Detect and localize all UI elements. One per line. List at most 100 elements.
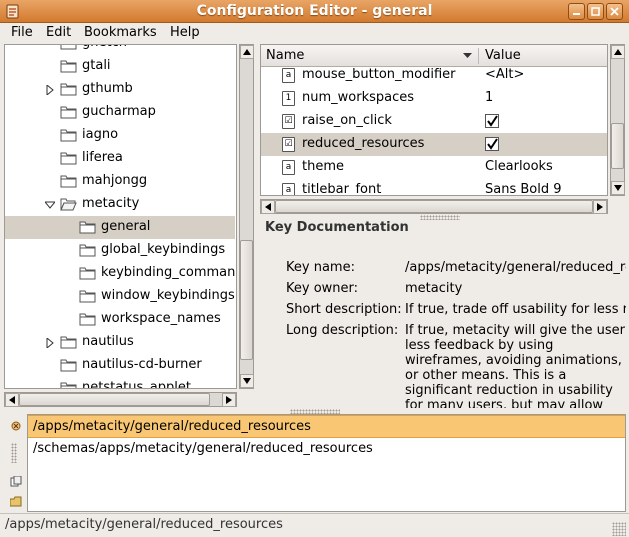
close-results-icon[interactable]: [10, 420, 22, 432]
menu-help[interactable]: Help: [170, 25, 200, 40]
scroll-right-button[interactable]: [593, 200, 607, 214]
folder-icon: [60, 336, 77, 349]
tree-item-mahjongg[interactable]: mahjongg: [5, 170, 235, 193]
tree-item-general[interactable]: general: [5, 216, 235, 239]
expand-arrow-icon[interactable]: [45, 83, 55, 97]
open-folder-icon: [60, 198, 77, 211]
tree-item-netstatus_applet[interactable]: netstatus_applet: [5, 377, 235, 388]
search-result-row[interactable]: /apps/metacity/general/reduced_resources: [28, 415, 625, 438]
folder-icon: [60, 152, 77, 165]
key-name: reduced_resources: [302, 136, 425, 151]
tree-item-gtali[interactable]: gtali: [5, 55, 235, 78]
minimize-button[interactable]: [568, 3, 585, 20]
tree-horizontal-scrollbar[interactable]: [4, 392, 237, 407]
tree-item-window_keybindings[interactable]: window_keybindings: [5, 285, 235, 308]
tree-item-label: liferea: [82, 150, 123, 165]
checkmark-icon: [487, 138, 498, 150]
tree-item-label: general: [101, 219, 151, 234]
tree-item-label: gtali: [82, 58, 111, 73]
string-key-icon: a: [282, 68, 295, 83]
tree-item-gnetch[interactable]: gnetch: [5, 45, 235, 55]
scroll-left-button[interactable]: [261, 200, 275, 214]
key-list-vertical-scrollbar[interactable]: [610, 44, 625, 196]
tree-vertical-scrollbar[interactable]: [239, 44, 254, 389]
tree-item-iagno[interactable]: iagno: [5, 124, 235, 147]
tree-item-keybinding_commands[interactable]: keybinding_commands: [5, 262, 236, 285]
key-value[interactable]: Sans Bold 9: [485, 182, 562, 195]
scroll-down-button[interactable]: [240, 374, 254, 388]
close-icon: [610, 7, 619, 16]
tree-item-label: gthumb: [82, 81, 133, 96]
long-description-label: Long description:: [286, 323, 399, 338]
tree-item-gucharmap[interactable]: gucharmap: [5, 101, 235, 124]
tree-item-label: mahjongg: [82, 173, 148, 188]
scroll-right-button[interactable]: [222, 393, 236, 407]
long-description-value[interactable]: If true, metacity will give the user les…: [405, 323, 626, 408]
tree-item-workspace_names[interactable]: workspace_names: [5, 308, 235, 331]
key-list-hscroll-thumb[interactable]: [275, 200, 593, 213]
toolbar-grip[interactable]: [11, 443, 17, 463]
scroll-down-button[interactable]: [611, 181, 625, 195]
search-result-row[interactable]: /schemas/apps/metacity/general/reduced_r…: [28, 438, 625, 461]
key-name: theme: [302, 159, 344, 174]
folder-icon: [79, 221, 96, 234]
search-results-list[interactable]: /apps/metacity/general/reduced_resources…: [27, 414, 626, 512]
tree-item-global_keybindings[interactable]: global_keybindings: [5, 239, 235, 262]
key-owner-value[interactable]: metacity: [405, 281, 462, 296]
expand-arrow-icon[interactable]: [45, 336, 55, 350]
key-row-mouse_button_modifier[interactable]: a mouse_button_modifier <Alt>: [261, 64, 607, 87]
boolean-key-icon: ☑: [282, 137, 295, 152]
tree-scroll-thumb[interactable]: [240, 240, 253, 360]
folder-icon: [60, 175, 77, 188]
copy-icon[interactable]: [10, 476, 22, 488]
key-list-scroll-thumb[interactable]: [611, 123, 624, 169]
value-checkbox[interactable]: [485, 114, 499, 128]
tree-hscroll-thumb[interactable]: [19, 393, 210, 406]
arrow-up-icon: [243, 49, 251, 55]
key-value[interactable]: 1: [485, 90, 493, 105]
key-row-theme[interactable]: a theme Clearlooks: [261, 156, 607, 179]
tree-item-gthumb[interactable]: gthumb: [5, 78, 235, 101]
key-row-titlebar_font[interactable]: a titlebar_font Sans Bold 9: [261, 179, 607, 195]
key-row-reduced_resources[interactable]: ☑ reduced_resources: [261, 133, 607, 156]
collapse-arrow-icon[interactable]: [43, 200, 57, 210]
key-documentation: Key Documentation Key name: /apps/metaci…: [262, 216, 626, 408]
scroll-up-button[interactable]: [611, 45, 625, 59]
arrow-up-icon: [614, 49, 622, 55]
tree-item-label: metacity: [82, 196, 140, 211]
key-row-num_workspaces[interactable]: 1 num_workspaces 1: [261, 87, 607, 110]
menu-file[interactable]: File: [11, 25, 33, 40]
menu-edit[interactable]: Edit: [46, 25, 71, 40]
directory-tree[interactable]: gnetch gtali gthumb gucharmap iagno liferea ma…: [4, 44, 237, 389]
arrow-down-icon: [614, 185, 622, 191]
column-value-header[interactable]: Value: [485, 48, 521, 63]
tree-item-label: window_keybindings: [101, 288, 235, 303]
key-row-raise_on_click[interactable]: ☑ raise_on_click: [261, 110, 607, 133]
scroll-left-button[interactable]: [5, 393, 19, 407]
minimize-icon: [573, 13, 580, 15]
tree-item-liferea[interactable]: liferea: [5, 147, 235, 170]
maximize-button[interactable]: [587, 3, 604, 20]
key-list[interactable]: Name Value a mouse_button_modifier <Alt> 1 n…: [260, 44, 608, 196]
maximize-icon: [591, 7, 600, 16]
tree-item-nautilus-cd-burner[interactable]: nautilus-cd-burner: [5, 354, 235, 377]
tree-item-nautilus[interactable]: nautilus: [5, 331, 235, 354]
close-button[interactable]: [606, 3, 623, 20]
key-value[interactable]: Clearlooks: [485, 159, 553, 174]
key-name-value[interactable]: /apps/metacity/general/reduced_resources: [405, 260, 626, 275]
menu-bookmarks[interactable]: Bookmarks: [84, 25, 157, 40]
resize-grip[interactable]: [612, 522, 626, 536]
title-bar[interactable]: Configuration Editor - general: [0, 0, 629, 23]
column-name-header[interactable]: Name: [266, 48, 304, 63]
tree-item-label: global_keybindings: [101, 242, 226, 257]
folder-icon[interactable]: [10, 496, 22, 508]
key-value[interactable]: <Alt>: [485, 67, 524, 82]
short-description-value[interactable]: If true, trade off usability for less re…: [405, 302, 626, 317]
key-list-horizontal-scrollbar[interactable]: [260, 199, 608, 214]
scroll-up-button[interactable]: [240, 45, 254, 59]
arrow-right-icon: [226, 396, 232, 404]
arrow-left-icon: [265, 203, 271, 211]
value-checkbox[interactable]: [485, 137, 499, 151]
folder-icon: [60, 60, 77, 73]
tree-item-metacity[interactable]: metacity: [5, 193, 235, 216]
